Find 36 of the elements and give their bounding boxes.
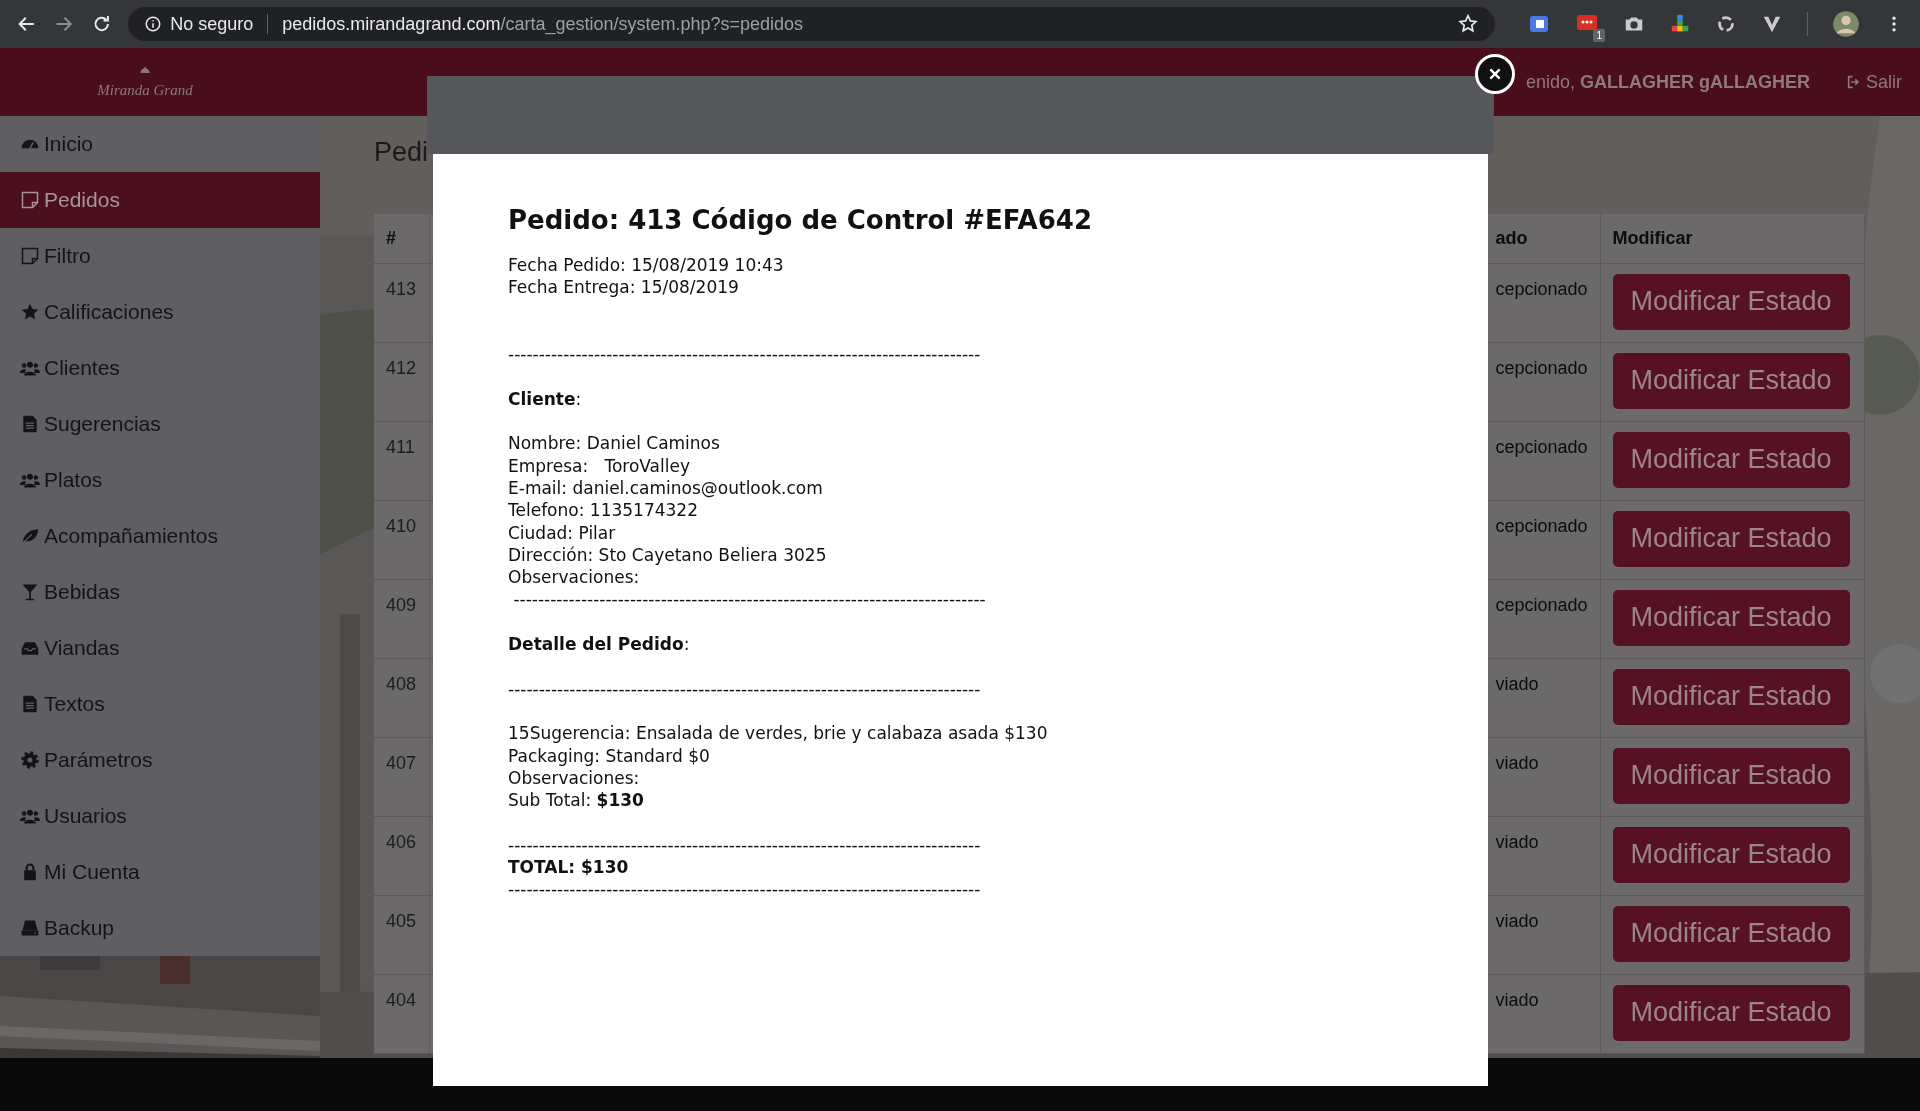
- close-icon: [1487, 66, 1503, 82]
- gear-icon: [20, 750, 40, 770]
- info-icon: [144, 15, 163, 33]
- security-label: No seguro: [170, 12, 254, 36]
- sidebar-item[interactable]: Clientes: [0, 340, 320, 396]
- sync-icon[interactable]: [1715, 13, 1737, 35]
- sidebar-item[interactable]: Inicio: [0, 116, 320, 172]
- star-icon[interactable]: [1457, 13, 1479, 35]
- sidebar-item[interactable]: Acompañamientos: [0, 508, 320, 564]
- file-icon: [20, 414, 40, 434]
- sidebar-item[interactable]: Textos: [0, 676, 320, 732]
- url-text[interactable]: pedidos.mirandagrand.com/carta_gestion/system.php?s=pedidos: [282, 10, 804, 38]
- logout-link[interactable]: Salir: [1846, 68, 1902, 96]
- note-icon: [20, 190, 40, 210]
- sidebar-item[interactable]: Usuarios: [0, 788, 320, 844]
- file-icon: [20, 694, 40, 714]
- sidebar-item[interactable]: Pedidos: [0, 172, 320, 228]
- sidebar-item[interactable]: Sugerencias: [0, 396, 320, 452]
- leaf-icon: [20, 526, 40, 546]
- welcome-text: enido, GALLAGHER gALLAGHER: [1525, 70, 1810, 94]
- sidebar-item[interactable]: Calificaciones: [0, 284, 320, 340]
- badge-count: 1: [1593, 29, 1605, 42]
- sidebar-item[interactable]: Filtro: [0, 228, 320, 284]
- sidebar-item[interactable]: Parámetros: [0, 732, 320, 788]
- avatar-icon[interactable]: [1832, 10, 1860, 38]
- note-icon: [20, 246, 40, 266]
- glass-icon: [20, 582, 40, 602]
- logo-text: Miranda Grand: [97, 80, 193, 100]
- sidebar-item[interactable]: Viandas: [0, 620, 320, 676]
- sidebar-item[interactable]: Bebidas: [0, 564, 320, 620]
- sidebar-item[interactable]: Platos: [0, 452, 320, 508]
- drive-icon: [20, 918, 40, 938]
- sidebar-item[interactable]: Mi Cuenta: [0, 844, 320, 900]
- sidebar-item[interactable]: Backup: [0, 900, 320, 956]
- logout-icon: [1846, 74, 1862, 90]
- star-icon: [20, 302, 40, 322]
